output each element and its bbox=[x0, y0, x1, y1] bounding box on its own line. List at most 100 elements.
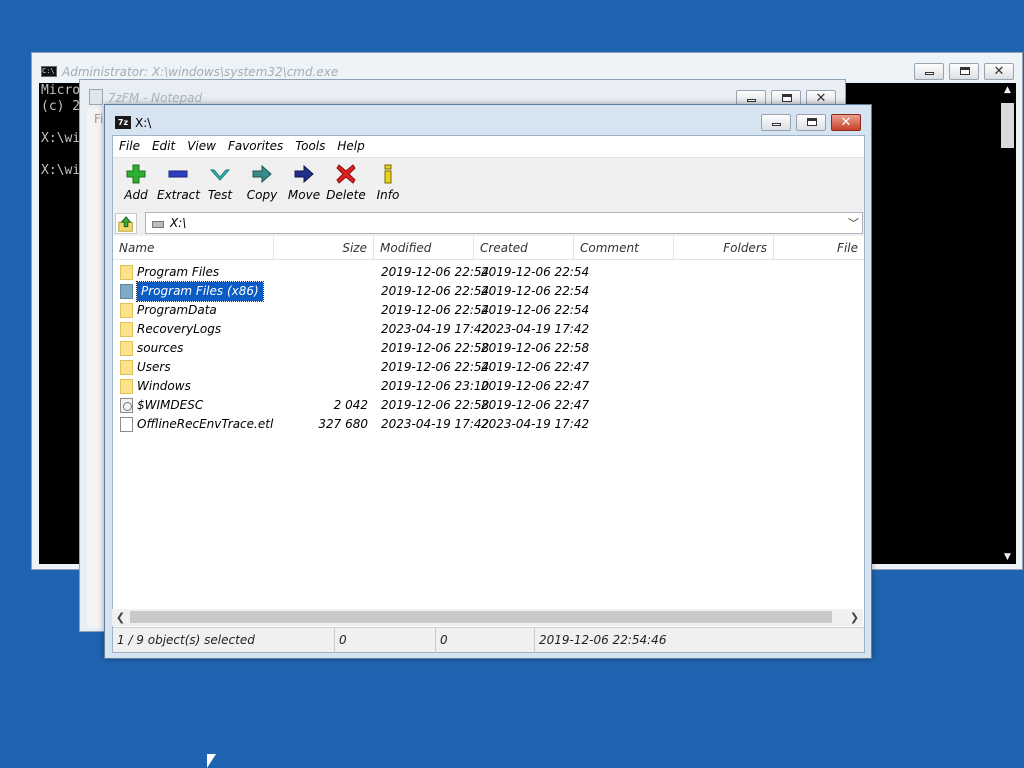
table-row[interactable]: RecoveryLogs 2023-04-19 17:42 2023-04-19 1… bbox=[113, 320, 864, 339]
chevron-down-icon[interactable]: ﹀ bbox=[848, 215, 859, 231]
address-combobox[interactable]: X:\ ﹀ bbox=[145, 212, 863, 234]
folder-icon bbox=[120, 284, 133, 299]
file-name: Program Files (x86) bbox=[136, 281, 264, 302]
file-modified: 2023-04-19 17:42 bbox=[381, 417, 490, 431]
file-size bbox=[274, 377, 368, 396]
table-row[interactable]: sources 2019-12-06 22:58 2019-12-06 22:58 bbox=[113, 339, 864, 358]
menu-help[interactable]: Help bbox=[331, 136, 370, 157]
file-created: 2019-12-06 22:47 bbox=[481, 379, 590, 393]
maximize-button[interactable] bbox=[796, 114, 826, 131]
scrollbar-track[interactable] bbox=[130, 611, 832, 623]
table-row[interactable]: Program Files (x86) 2019-12-06 22:54 2019-… bbox=[113, 281, 864, 302]
file-modified: 2019-12-06 22:54 bbox=[381, 360, 490, 374]
status-size: 0 bbox=[335, 628, 436, 653]
file-name: Program Files bbox=[137, 265, 220, 279]
file-size bbox=[274, 339, 368, 358]
scroll-right-icon[interactable]: ❯ bbox=[846, 609, 863, 626]
status-bar: 1 / 9 object(s) selected 0 0 2019-12-06 … bbox=[113, 627, 864, 653]
minimize-icon bbox=[772, 123, 781, 126]
title-bar[interactable]: 7z X:\ ✕ bbox=[105, 105, 871, 135]
file-size bbox=[274, 301, 368, 320]
info-button[interactable]: Info bbox=[367, 158, 409, 210]
up-folder-icon bbox=[118, 216, 133, 232]
table-row[interactable]: OfflineRecEnvTrace.etl 327 680 2023-04-19 … bbox=[113, 415, 864, 434]
horizontal-scrollbar[interactable]: ❮ ❯ bbox=[112, 609, 863, 626]
file-name: ProgramData bbox=[137, 303, 217, 317]
file-manager-window[interactable]: 7z X:\ ✕ File Edit View Favorites Tools … bbox=[104, 104, 872, 659]
add-button[interactable]: Add bbox=[115, 158, 157, 210]
test-button[interactable]: Test bbox=[199, 158, 241, 210]
menu-bar: File Edit View Favorites Tools Help bbox=[113, 136, 864, 157]
client-area: File Edit View Favorites Tools Help Add … bbox=[112, 135, 865, 653]
delete-button[interactable]: Delete bbox=[325, 158, 367, 210]
menu-edit[interactable]: Edit bbox=[146, 136, 181, 157]
file-created: 2023-04-19 17:42 bbox=[481, 417, 590, 431]
table-row[interactable]: Windows 2019-12-06 23:10 2019-12-06 22:47 bbox=[113, 377, 864, 396]
address-bar: X:\ ﹀ bbox=[113, 209, 864, 236]
column-files[interactable]: File bbox=[774, 236, 864, 260]
column-created[interactable]: Created bbox=[474, 236, 574, 260]
scrollbar-thumb[interactable] bbox=[1001, 103, 1014, 148]
column-modified[interactable]: Modified bbox=[374, 236, 474, 260]
file-created: 2019-12-06 22:54 bbox=[481, 303, 590, 317]
file-created: 2019-12-06 22:47 bbox=[481, 360, 590, 374]
notepad-icon bbox=[89, 89, 103, 105]
copy-button[interactable]: Copy bbox=[241, 158, 283, 210]
extract-button[interactable]: Extract bbox=[157, 158, 200, 210]
column-name[interactable]: Name bbox=[113, 236, 274, 260]
window-title: X:\ bbox=[135, 116, 152, 130]
console-scrollbar[interactable]: ▲ ▼ bbox=[999, 83, 1016, 564]
close-icon: ✕ bbox=[993, 64, 1005, 79]
info-icon bbox=[384, 164, 392, 184]
scroll-up-icon[interactable]: ▲ bbox=[999, 85, 1016, 95]
column-comment[interactable]: Comment bbox=[574, 236, 674, 260]
folder-icon bbox=[120, 265, 133, 280]
file-name: OfflineRecEnvTrace.etl bbox=[137, 417, 274, 431]
move-label: Move bbox=[287, 188, 321, 202]
minimize-button[interactable] bbox=[761, 114, 791, 131]
up-folder-button[interactable] bbox=[115, 213, 137, 234]
column-header: Name Size Modified Created Comment Folde… bbox=[113, 236, 864, 260]
add-label: Add bbox=[124, 188, 148, 202]
file-name: RecoveryLogs bbox=[137, 322, 222, 336]
column-folders[interactable]: Folders bbox=[674, 236, 774, 260]
minimize-icon bbox=[747, 99, 756, 102]
table-row[interactable]: Program Files 2019-12-06 22:54 2019-12-06 … bbox=[113, 263, 864, 282]
file-name: $WIMDESC bbox=[137, 398, 204, 412]
file-icon bbox=[120, 398, 133, 413]
file-modified: 2023-04-19 17:42 bbox=[381, 322, 490, 336]
folder-icon bbox=[120, 303, 133, 318]
toolbar: Add Extract Test Copy Move Delete Info bbox=[113, 157, 864, 209]
scroll-left-icon[interactable]: ❮ bbox=[112, 609, 129, 626]
copy-arrow-icon bbox=[252, 164, 272, 184]
table-row[interactable]: $WIMDESC 2 042 2019-12-06 22:58 2019-12-06 … bbox=[113, 396, 864, 415]
maximize-button[interactable] bbox=[949, 63, 979, 80]
minimize-button[interactable] bbox=[914, 63, 944, 80]
close-button[interactable]: ✕ bbox=[984, 63, 1014, 80]
minimize-icon bbox=[925, 72, 934, 75]
file-modified: 2019-12-06 22:54 bbox=[381, 284, 490, 298]
file-size bbox=[274, 320, 368, 339]
menu-file[interactable]: File bbox=[113, 136, 146, 157]
move-button[interactable]: Move bbox=[283, 158, 325, 210]
menu-favorites[interactable]: Favorites bbox=[222, 136, 289, 157]
extract-label: Extract bbox=[157, 188, 200, 202]
file-list[interactable]: Program Files 2019-12-06 22:54 2019-12-06 … bbox=[113, 260, 864, 630]
menu-tools[interactable]: Tools bbox=[289, 136, 331, 157]
notepad-menu-file[interactable]: Fi bbox=[94, 112, 103, 126]
file-modified: 2019-12-06 22:54 bbox=[381, 265, 490, 279]
table-row[interactable]: ProgramData 2019-12-06 22:54 2019-12-06 22… bbox=[113, 301, 864, 320]
maximize-icon bbox=[960, 67, 970, 75]
status-selection: 1 / 9 object(s) selected bbox=[113, 628, 335, 653]
table-row[interactable]: Users 2019-12-06 22:54 2019-12-06 22:47 bbox=[113, 358, 864, 377]
file-created: 2019-12-06 22:58 bbox=[481, 341, 590, 355]
menu-view[interactable]: View bbox=[181, 136, 222, 157]
scroll-down-icon[interactable]: ▼ bbox=[999, 552, 1016, 562]
column-size[interactable]: Size bbox=[274, 236, 374, 260]
file-size: 2 042 bbox=[333, 398, 368, 412]
close-button[interactable]: ✕ bbox=[831, 114, 861, 131]
file-modified: 2019-12-06 22:58 bbox=[381, 398, 490, 412]
status-date: 2019-12-06 22:54:46 bbox=[539, 633, 667, 647]
status-packed: 0 bbox=[436, 628, 535, 653]
file-name: sources bbox=[137, 341, 184, 355]
